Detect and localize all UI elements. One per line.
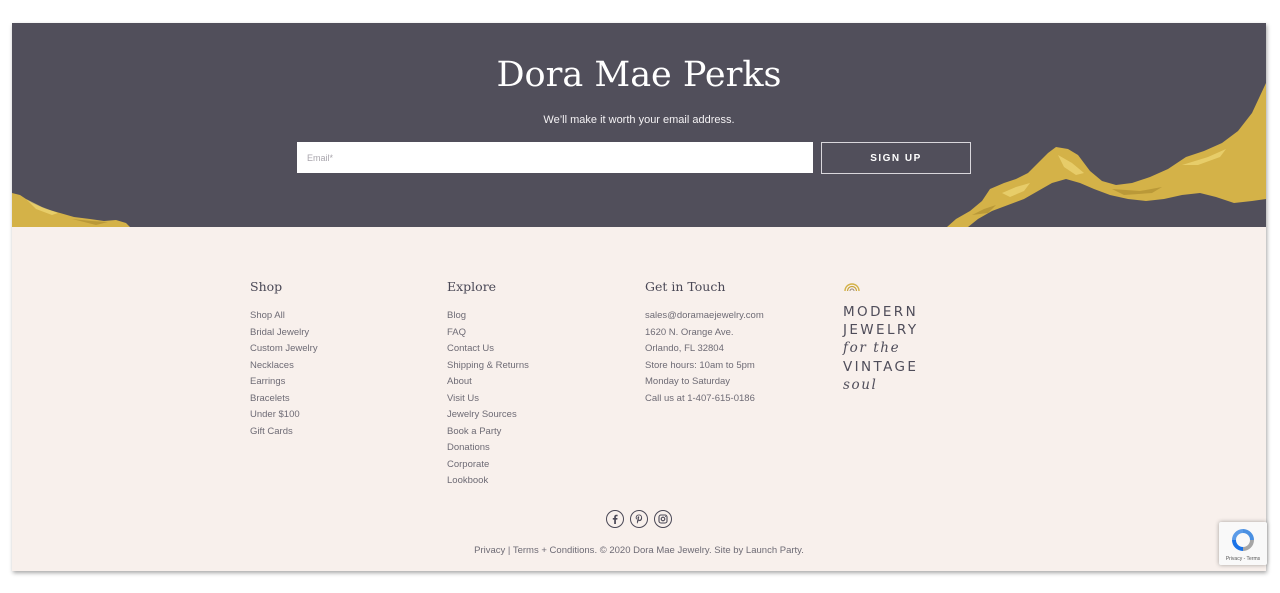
footer-link[interactable]: Book a Party [447,424,529,441]
under-100-link[interactable]: Under $100 [250,409,300,420]
newsletter-title: Dora Mae Perks [496,55,782,95]
social-links [12,510,1266,528]
about-link[interactable]: About [447,376,472,387]
contact-address-line: 1620 N. Orange Ave. [645,326,734,338]
newsletter-subtitle: We’ll make it worth your email address. [543,114,735,126]
footer-link[interactable]: Blog [447,308,529,325]
pinterest-icon[interactable] [630,510,648,528]
gift-cards-link[interactable]: Gift Cards [250,426,293,437]
privacy-link[interactable]: Privacy [474,545,505,556]
newsletter-banner: Dora Mae Perks We’ll make it worth your … [12,23,1266,227]
contact-city-line: Orlando, FL 32804 [645,343,724,354]
legal-separator: | [505,545,513,556]
contact-email[interactable]: sales@doramaejewelry.com [645,308,764,325]
store-days: Monday to Saturday [645,376,731,387]
store-hours: Store hours: 10am to 5pm [645,359,755,371]
recaptcha-text: Privacy - Terms [1225,556,1261,562]
rainbow-logo-icon [844,283,860,292]
bracelets-link[interactable]: Bracelets [250,393,290,404]
recaptcha-icon [1232,529,1254,551]
footer-link[interactable]: Lookbook [447,473,529,490]
tagline-jewelry: JEWELRY [843,322,919,338]
custom-jewelry-link[interactable]: Custom Jewelry [250,343,318,354]
site-footer: Shop Shop All Bridal Jewelry Custom Jewe… [12,227,1266,571]
tagline-soul: soul [843,377,878,393]
footer-link[interactable]: Contact Us [447,341,529,358]
bridal-jewelry-link[interactable]: Bridal Jewelry [250,327,309,338]
contact-details: sales@doramaejewelry.com 1620 N. Orange … [645,308,764,407]
necklaces-link[interactable]: Necklaces [250,360,294,371]
shop-heading: Shop [250,279,283,294]
email-input[interactable] [297,142,813,173]
facebook-icon[interactable] [606,510,624,528]
footer-link[interactable]: Under $100 [250,407,318,424]
donations-link[interactable]: Donations [447,442,490,453]
phone-link[interactable]: Call us at 1-407-615-0186 [645,393,755,404]
lookbook-link[interactable]: Lookbook [447,475,488,486]
footer-link[interactable]: Donations [447,440,529,457]
footer-link[interactable]: Necklaces [250,358,318,375]
footer-link[interactable]: Earrings [250,374,318,391]
footer-link[interactable]: Corporate [447,457,529,474]
contact-column: Get in Touch sales@doramaejewelry.com 16… [645,279,764,407]
copyright-text: . © 2020 Dora Mae Jewelry. Site by Launc… [594,545,804,556]
contact-phone[interactable]: Call us at 1-407-615-0186 [645,391,764,408]
faq-link[interactable]: FAQ [447,327,466,338]
footer-link[interactable]: About [447,374,529,391]
sign-up-button[interactable]: SIGN UP [821,142,971,174]
earrings-link[interactable]: Earrings [250,376,285,387]
blog-link[interactable]: Blog [447,310,466,321]
explore-links: Blog FAQ Contact Us Shipping & Returns A… [447,308,529,490]
tagline-vintage: VINTAGE [843,359,919,375]
brand-tagline: MODERN JEWELRY for the VINTAGE soul [843,275,973,395]
explore-column: Explore Blog FAQ Contact Us Shipping & R… [447,279,529,490]
shop-column: Shop Shop All Bridal Jewelry Custom Jewe… [250,279,318,440]
shipping-returns-link[interactable]: Shipping & Returns [447,360,529,371]
jewelry-sources-link[interactable]: Jewelry Sources [447,409,517,420]
footer-link[interactable]: Bracelets [250,391,318,408]
shop-all-link[interactable]: Shop All [250,310,285,321]
explore-heading: Explore [447,279,497,294]
recaptcha-badge[interactable]: Privacy - Terms [1219,522,1267,565]
contact-us-link[interactable]: Contact Us [447,343,494,354]
page-frame: Dora Mae Perks We’ll make it worth your … [12,23,1266,571]
footer-link[interactable]: Jewelry Sources [447,407,529,424]
footer-link[interactable]: FAQ [447,325,529,342]
instagram-icon[interactable] [654,510,672,528]
contact-heading: Get in Touch [645,279,726,294]
visit-us-link[interactable]: Visit Us [447,393,479,404]
footer-link[interactable]: Gift Cards [250,424,318,441]
shop-links: Shop All Bridal Jewelry Custom Jewelry N… [250,308,318,440]
tagline-for-the: for the [843,340,901,356]
footer-link[interactable]: Bridal Jewelry [250,325,318,342]
footer-link[interactable]: Shop All [250,308,318,325]
email-link[interactable]: sales@doramaejewelry.com [645,310,764,321]
footer-link[interactable]: Shipping & Returns [447,358,529,375]
corporate-link[interactable]: Corporate [447,459,489,470]
legal-line: Privacy | Terms + Conditions. © 2020 Dor… [12,545,1266,556]
footer-link[interactable]: Visit Us [447,391,529,408]
book-a-party-link[interactable]: Book a Party [447,426,501,437]
terms-link[interactable]: Terms + Conditions [513,545,595,556]
footer-link[interactable]: Custom Jewelry [250,341,318,358]
tagline-modern: MODERN [843,304,919,320]
